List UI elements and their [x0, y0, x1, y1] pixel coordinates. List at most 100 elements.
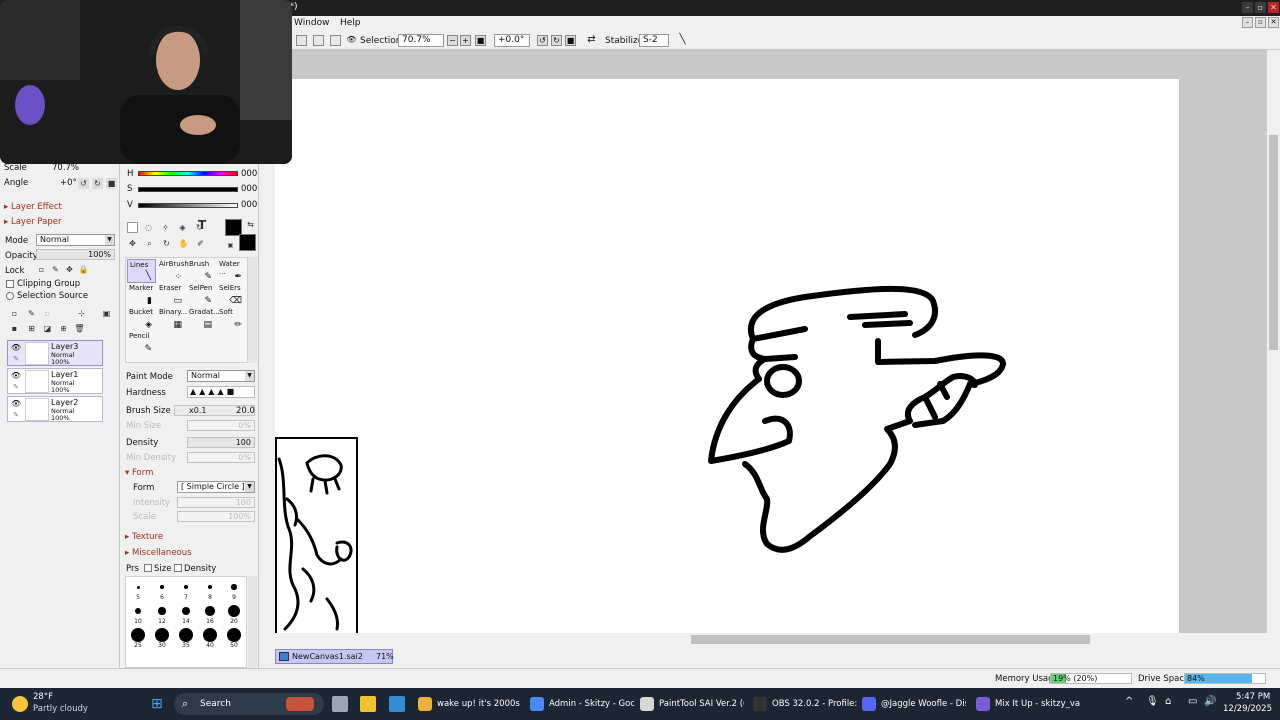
brush-size-dot[interactable]: [135, 608, 141, 614]
angle-value[interactable]: +0°: [60, 178, 77, 188]
brush-size-dot[interactable]: [160, 585, 164, 589]
rotation-field[interactable]: +0.0°: [494, 34, 530, 47]
search-box[interactable]: ⌕ Search: [174, 693, 324, 715]
paint-mode-select[interactable]: Normal ▼: [187, 370, 255, 382]
delete-layer-icon[interactable]: 🗑: [74, 323, 85, 334]
chevron-up-icon[interactable]: ^: [1125, 696, 1133, 707]
rotate-right-icon[interactable]: ↻: [92, 178, 103, 189]
taskbar-app[interactable]: Mix It Up - skitzy_va -: [976, 695, 1080, 713]
taskbar-app[interactable]: OBS 32.0.2 - Profile: S: [753, 695, 857, 713]
horizontal-scrollbar[interactable]: [275, 633, 1267, 646]
selection-source-checkbox[interactable]: [6, 292, 14, 300]
tool-marker[interactable]: Marker ▮: [127, 283, 156, 307]
hand-icon[interactable]: ✋: [178, 238, 189, 249]
brush-size-dot[interactable]: [136, 585, 140, 589]
value-slider[interactable]: [138, 203, 238, 208]
opacity-slider[interactable]: 100%: [36, 249, 115, 260]
brush-size-dot[interactable]: [228, 605, 240, 617]
lock-paint-icon[interactable]: ✎: [50, 264, 61, 275]
layer-item[interactable]: 👁 ✎ Layer2 Normal 100%: [7, 396, 103, 422]
tool-water[interactable]: Water ... ✒: [217, 259, 246, 283]
blend-mode-select[interactable]: Normal ▼: [36, 234, 115, 246]
store-icon[interactable]: [389, 696, 405, 712]
tool-binary[interactable]: Binary... ▦: [157, 307, 187, 331]
zoom-in-icon[interactable]: +: [460, 35, 471, 46]
merge-down-icon[interactable]: ⊞: [26, 323, 37, 334]
rotate-left-icon[interactable]: ↺: [537, 35, 548, 46]
pencil-icon[interactable]: ✎: [10, 411, 22, 421]
clock-date[interactable]: 12/29/2025: [1223, 704, 1272, 714]
brush-grid-scrollbar[interactable]: [248, 576, 257, 668]
zoom-out-icon[interactable]: −: [447, 35, 458, 46]
clear-layer-icon[interactable]: ◪: [42, 323, 53, 334]
reset-colors-icon[interactable]: ▣: [225, 240, 236, 251]
pencil-icon[interactable]: ✎: [10, 383, 22, 393]
vertical-scrollbar[interactable]: [1267, 50, 1280, 633]
apply-mask-icon[interactable]: ▪: [9, 323, 20, 334]
pressure-density-checkbox[interactable]: [174, 564, 182, 572]
start-icon[interactable]: ⊞: [151, 696, 167, 712]
new-linework-layer-icon[interactable]: ✎: [26, 308, 37, 319]
pressure-size-checkbox[interactable]: [144, 564, 152, 572]
transparent-color-icon[interactable]: [127, 222, 138, 233]
minimize-button[interactable]: –: [1242, 2, 1253, 13]
rotate-right-icon[interactable]: ↻: [551, 35, 562, 46]
file-explorer-icon[interactable]: [360, 696, 376, 712]
network-icon[interactable]: ⌂: [1165, 696, 1171, 707]
new-layer-icon[interactable]: ▫: [9, 308, 20, 319]
taskbar-app[interactable]: PaintTool SAI Ver.2 (6: [640, 695, 744, 713]
zoom-reset-icon[interactable]: ■: [475, 35, 486, 46]
min-size-slider[interactable]: 0%: [187, 420, 255, 431]
tool-selers[interactable]: SelErs ⌫: [217, 283, 246, 307]
close-button[interactable]: ✕: [1268, 2, 1279, 13]
speaker-icon[interactable]: 🔊: [1204, 696, 1216, 707]
lasso-icon[interactable]: ◌: [143, 222, 154, 233]
text-tool-icon[interactable]: T: [195, 219, 209, 231]
lock-transparency-icon[interactable]: ▫: [36, 264, 47, 275]
eyedropper-icon[interactable]: ✐: [195, 238, 206, 249]
new-folder-icon[interactable]: ▫: [42, 308, 53, 319]
task-view-icon[interactable]: [332, 696, 348, 712]
rotate-icon[interactable]: ↻: [161, 238, 172, 249]
vertical-scroll-thumb[interactable]: [1269, 135, 1278, 350]
form-section[interactable]: ▾ Form: [125, 468, 153, 478]
rotate-reset-icon[interactable]: ■: [106, 178, 117, 189]
rotate-reset-icon[interactable]: ■: [565, 35, 576, 46]
tool-gradat[interactable]: Gradat... ▤: [187, 307, 220, 331]
min-density-slider[interactable]: 0%: [187, 452, 255, 463]
tool-soft[interactable]: Soft ✏: [217, 307, 246, 331]
display-icon[interactable]: ▭: [1188, 696, 1197, 707]
menu-window[interactable]: Window: [294, 18, 330, 28]
tool-lines[interactable]: Lines ╲: [127, 259, 156, 283]
lock-all-icon[interactable]: 🔒: [78, 264, 89, 275]
layer-item[interactable]: 👁 ✎ Layer3 Normal 100%: [7, 340, 103, 366]
line-tool-icon[interactable]: ╲: [677, 35, 688, 46]
eye-icon[interactable]: 👁: [10, 343, 22, 353]
form-select[interactable]: [ Simple Circle ] ▼: [177, 481, 255, 493]
brush-size-dot[interactable]: [203, 628, 217, 642]
canvas-area[interactable]: [275, 50, 1267, 633]
form-scale-slider[interactable]: 100%: [177, 511, 255, 522]
weather-temp[interactable]: 28°F: [33, 692, 53, 702]
hardness-selector[interactable]: ▲▲▲▲■: [187, 386, 255, 398]
clipping-group-checkbox[interactable]: [6, 280, 14, 288]
blank-icon[interactable]: [313, 35, 324, 46]
maximize-button[interactable]: ▫: [1255, 2, 1266, 13]
brush-size-dot[interactable]: [131, 628, 145, 642]
brush-size-dot[interactable]: [155, 628, 169, 642]
tool-eraser[interactable]: Eraser ▭: [157, 283, 186, 307]
misc-section[interactable]: ▸ Miscellaneous: [125, 548, 192, 558]
tool-airbrush[interactable]: AirBrush ⁘: [157, 259, 189, 283]
mdi-close-button[interactable]: ✕: [1268, 17, 1279, 28]
zoom-field[interactable]: 70.7%: [398, 34, 444, 47]
weather-icon[interactable]: [12, 696, 28, 712]
taskbar-app[interactable]: wake up! it's 2000s ag: [418, 695, 522, 713]
magic-wand-icon[interactable]: ✧: [160, 222, 171, 233]
zoom-icon[interactable]: ⌕: [144, 238, 155, 249]
swap-colors-icon[interactable]: ⇆: [245, 219, 256, 230]
taskbar-app[interactable]: @Jaggle Woofle - Dis: [862, 695, 966, 713]
density-slider[interactable]: 100: [187, 437, 255, 448]
secondary-color-swatch[interactable]: [239, 234, 256, 251]
blank-icon[interactable]: [330, 35, 341, 46]
brush-size-dot[interactable]: [207, 584, 213, 590]
